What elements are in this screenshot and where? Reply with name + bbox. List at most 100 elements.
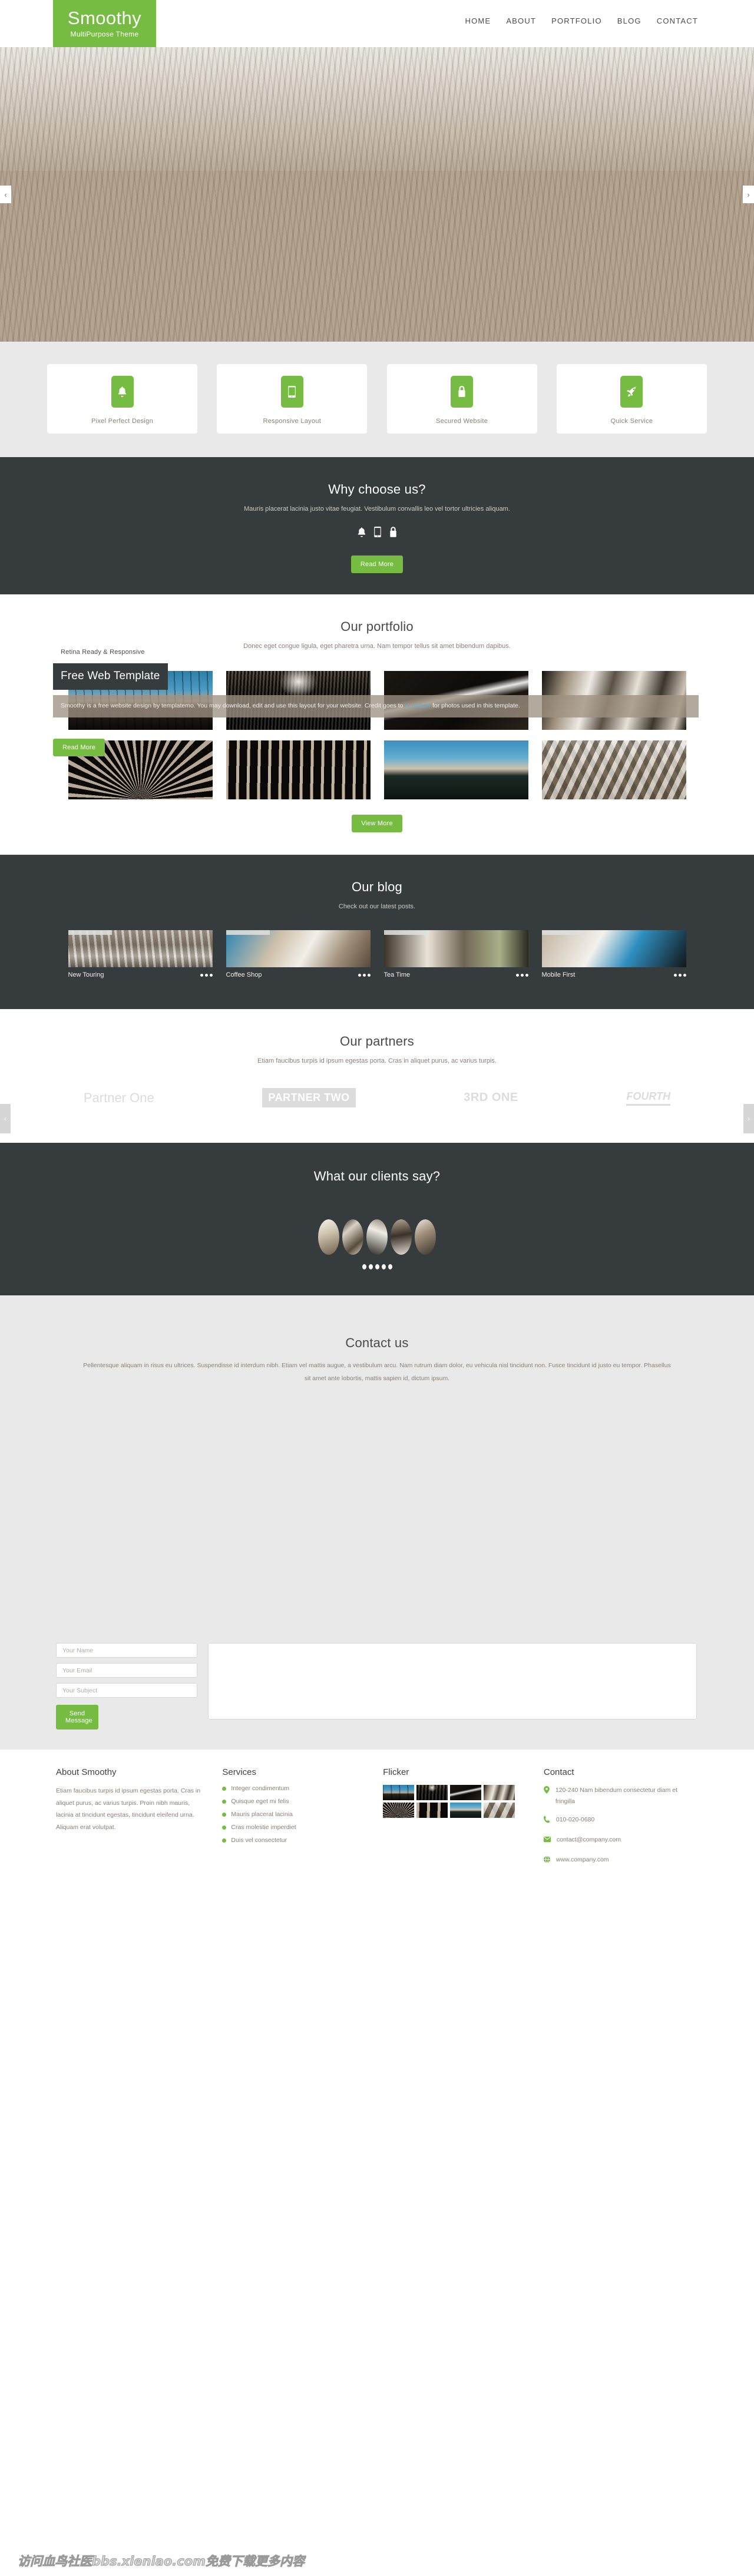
hero-background-image <box>0 47 754 342</box>
flicker-thumb-forest-light[interactable] <box>416 1785 448 1801</box>
contact-email-row[interactable]: contact@company.com <box>543 1834 698 1847</box>
feature-card-pixel-perfect[interactable]: Pixel Perfect Design <box>47 364 197 434</box>
partners-section: Our partners Etiam faucibus turpis id ip… <box>0 1009 754 1143</box>
blog-post-coffee-shop[interactable]: Coffee Shop <box>226 930 371 978</box>
service-label: Duis vel consectetur <box>231 1837 287 1844</box>
flicker-thumb-silk-waves[interactable] <box>484 1785 515 1801</box>
blog-post-mobile-first[interactable]: Mobile First <box>541 930 686 978</box>
list-item[interactable]: Duis vel consectetur <box>222 1837 365 1844</box>
bell-icon <box>358 527 366 540</box>
slider-read-more-button[interactable]: Read More <box>53 739 105 756</box>
testimonial-pagination-dots[interactable] <box>0 1264 754 1269</box>
nav-item-about[interactable]: ABOUT <box>506 16 536 25</box>
bullet-dot-icon <box>222 1799 227 1804</box>
unsplash-link[interactable]: Unsplash <box>405 702 431 709</box>
avatar-client-3[interactable] <box>366 1219 388 1255</box>
flicker-thumb-waterfall[interactable] <box>450 1785 482 1801</box>
blog-icon-row <box>383 930 428 935</box>
list-item[interactable]: Integer condimentum <box>222 1785 365 1792</box>
subject-input[interactable] <box>56 1683 197 1698</box>
blog-post-new-touring[interactable]: New Touring <box>68 930 213 978</box>
portfolio-item-slat-facade[interactable] <box>226 740 371 799</box>
contact-website: www.company.com <box>555 1856 609 1863</box>
bullet-dot-icon <box>222 1838 227 1843</box>
contact-address-row: 120-240 Nam bibendum consectetur diam et… <box>543 1785 698 1807</box>
portfolio-view-more-button[interactable]: View More <box>352 815 402 832</box>
blog-post-title: Mobile First <box>541 971 576 978</box>
avatar-client-4[interactable] <box>391 1219 412 1255</box>
partner-logo-one[interactable]: Partner One <box>84 1090 154 1106</box>
footer-column-services: Services Integer condimentum Quisque ege… <box>222 1767 365 1874</box>
partner-logo-three[interactable]: 3RD ONE <box>464 1091 518 1105</box>
blog-thumbnail[interactable] <box>68 930 213 967</box>
blog-post-tea-time[interactable]: Tea Time <box>383 930 528 978</box>
avatar-client-1[interactable] <box>318 1219 339 1255</box>
partner-logo-four[interactable]: FOURTH <box>626 1090 671 1106</box>
flicker-thumbnail-grid <box>383 1785 515 1818</box>
feature-card-secured[interactable]: Secured Website <box>386 364 537 434</box>
blog-more-dots-icon[interactable] <box>200 973 213 977</box>
portfolio-item-cube-blocks[interactable] <box>541 740 686 799</box>
blog-thumbnail[interactable] <box>226 930 371 967</box>
contact-phone-row[interactable]: 010-020-0680 <box>543 1814 698 1827</box>
contact-email: contact@company.com <box>556 1836 621 1843</box>
blog-grid: New Touring Coffee Shop Tea Time Mobile … <box>56 930 698 978</box>
pagination-dot[interactable] <box>375 1264 379 1269</box>
footer-heading: Flicker <box>383 1767 409 1778</box>
feature-card-responsive[interactable]: Responsive Layout <box>217 364 368 434</box>
logo[interactable]: Smoothy MultiPurpose Theme <box>53 0 156 47</box>
pagination-dot[interactable] <box>368 1264 373 1269</box>
section-title: Our blog <box>352 879 402 894</box>
blog-thumbnail[interactable] <box>541 930 686 967</box>
footer-heading: About Smoothy <box>56 1767 117 1778</box>
partners-next-arrow[interactable]: › <box>743 1104 754 1133</box>
contact-website-row[interactable]: www.company.com <box>543 1854 698 1867</box>
contact-map[interactable] <box>0 1385 754 1639</box>
blog-more-dots-icon[interactable] <box>673 973 686 977</box>
nav-item-home[interactable]: HOME <box>465 16 491 25</box>
tag-icon <box>566 930 571 932</box>
name-input[interactable] <box>56 1643 197 1658</box>
message-textarea[interactable] <box>208 1643 697 1720</box>
nav-item-blog[interactable]: BLOG <box>617 16 641 25</box>
avatar-client-2[interactable] <box>342 1219 363 1255</box>
send-message-button[interactable]: Send Message <box>56 1705 98 1730</box>
main-nav[interactable]: HOME ABOUT PORTFOLIO BLOG CONTACT <box>465 16 699 25</box>
avatar-client-5[interactable] <box>415 1219 436 1255</box>
email-input[interactable] <box>56 1663 197 1678</box>
list-item[interactable]: Mauris placerat lacinia <box>222 1811 365 1818</box>
flicker-thumb-lake-view[interactable] <box>450 1803 482 1818</box>
flicker-thumb-ferris-wheel[interactable] <box>383 1803 415 1818</box>
hero-prev-arrow[interactable]: ‹ <box>0 186 11 203</box>
flicker-thumb-blue-sky-reeds[interactable] <box>383 1785 415 1801</box>
portfolio-item-lake-view[interactable] <box>383 740 528 799</box>
feature-card-quick-service[interactable]: Quick Service <box>556 364 707 434</box>
pagination-dot[interactable] <box>362 1264 366 1269</box>
blog-section: Our blog Check out our latest posts. New… <box>0 855 754 1009</box>
nav-item-contact[interactable]: CONTACT <box>657 16 698 25</box>
user-icon <box>556 930 561 932</box>
feature-label: Secured Website <box>436 417 488 425</box>
bullet-dot-icon <box>222 1786 227 1791</box>
hero-next-arrow[interactable]: › <box>743 186 754 203</box>
service-label: Cras molestie imperdiet <box>231 1824 296 1831</box>
pagination-dot[interactable] <box>388 1264 392 1269</box>
footer-heading: Services <box>222 1767 256 1778</box>
flicker-thumb-cube-blocks[interactable] <box>484 1803 515 1818</box>
blog-thumbnail[interactable] <box>383 930 528 967</box>
partners-prev-arrow[interactable]: ‹ <box>0 1104 11 1133</box>
list-item[interactable]: Cras molestie imperdiet <box>222 1824 365 1831</box>
why-read-more-button[interactable]: Read More <box>350 555 404 573</box>
service-label: Quisque eget mi felis <box>231 1798 289 1805</box>
flicker-thumb-slat-facade[interactable] <box>416 1803 448 1818</box>
section-title: Our portfolio <box>340 619 414 634</box>
blog-more-dots-icon[interactable] <box>358 973 371 977</box>
blog-more-dots-icon[interactable] <box>515 973 528 977</box>
list-item[interactable]: Quisque eget mi felis <box>222 1798 365 1805</box>
partner-logo-two[interactable]: PARTNER TWO <box>262 1088 356 1107</box>
section-title: What our clients say? <box>313 1169 441 1183</box>
nav-item-portfolio[interactable]: PORTFOLIO <box>551 16 602 25</box>
pagination-dot[interactable] <box>381 1264 386 1269</box>
bullet-dot-icon <box>222 1825 227 1830</box>
contact-form: Send Message <box>56 1638 698 1750</box>
